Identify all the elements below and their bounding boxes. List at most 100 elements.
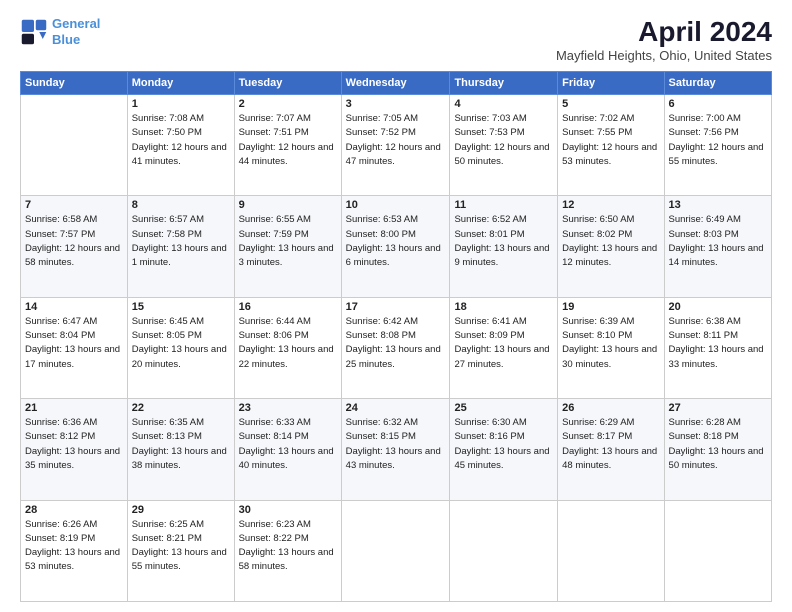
daylight-text: Daylight: 13 hours and 53 minutes.: [25, 547, 120, 572]
calendar-cell: 3 Sunrise: 7:05 AM Sunset: 7:52 PM Dayli…: [341, 95, 450, 196]
sunrise-text: Sunrise: 6:44 AM: [239, 316, 311, 327]
day-info: Sunrise: 7:07 AM Sunset: 7:51 PM Dayligh…: [239, 112, 337, 169]
sunset-text: Sunset: 8:19 PM: [25, 533, 95, 544]
day-number: 21: [25, 402, 123, 414]
day-info: Sunrise: 6:44 AM Sunset: 8:06 PM Dayligh…: [239, 315, 337, 372]
calendar-cell: [450, 500, 558, 601]
day-number: 16: [239, 301, 337, 313]
week-row: 14 Sunrise: 6:47 AM Sunset: 8:04 PM Dayl…: [21, 297, 772, 398]
week-row: 1 Sunrise: 7:08 AM Sunset: 7:50 PM Dayli…: [21, 95, 772, 196]
sunset-text: Sunset: 8:06 PM: [239, 330, 309, 341]
calendar-cell: 5 Sunrise: 7:02 AM Sunset: 7:55 PM Dayli…: [558, 95, 664, 196]
daylight-text: Daylight: 13 hours and 22 minutes.: [239, 344, 334, 369]
calendar-cell: 15 Sunrise: 6:45 AM Sunset: 8:05 PM Dayl…: [127, 297, 234, 398]
header-day: Wednesday: [341, 72, 450, 95]
sunset-text: Sunset: 7:51 PM: [239, 127, 309, 138]
daylight-text: Daylight: 13 hours and 9 minutes.: [454, 243, 549, 268]
sunrise-text: Sunrise: 7:02 AM: [562, 113, 634, 124]
sunset-text: Sunset: 7:59 PM: [239, 229, 309, 240]
day-info: Sunrise: 6:45 AM Sunset: 8:05 PM Dayligh…: [132, 315, 230, 372]
calendar-cell: 29 Sunrise: 6:25 AM Sunset: 8:21 PM Dayl…: [127, 500, 234, 601]
day-info: Sunrise: 6:39 AM Sunset: 8:10 PM Dayligh…: [562, 315, 659, 372]
sunset-text: Sunset: 8:17 PM: [562, 431, 632, 442]
day-info: Sunrise: 6:47 AM Sunset: 8:04 PM Dayligh…: [25, 315, 123, 372]
sunrise-text: Sunrise: 6:55 AM: [239, 214, 311, 225]
day-info: Sunrise: 6:33 AM Sunset: 8:14 PM Dayligh…: [239, 416, 337, 473]
sunrise-text: Sunrise: 7:07 AM: [239, 113, 311, 124]
calendar-cell: 1 Sunrise: 7:08 AM Sunset: 7:50 PM Dayli…: [127, 95, 234, 196]
day-number: 1: [132, 98, 230, 110]
day-number: 9: [239, 199, 337, 211]
logo: General Blue: [20, 16, 100, 47]
daylight-text: Daylight: 12 hours and 53 minutes.: [562, 142, 657, 167]
calendar-cell: [558, 500, 664, 601]
header-day: Saturday: [664, 72, 771, 95]
calendar-cell: 28 Sunrise: 6:26 AM Sunset: 8:19 PM Dayl…: [21, 500, 128, 601]
sunrise-text: Sunrise: 6:47 AM: [25, 316, 97, 327]
sunrise-text: Sunrise: 6:38 AM: [669, 316, 741, 327]
day-info: Sunrise: 6:50 AM Sunset: 8:02 PM Dayligh…: [562, 213, 659, 270]
sunrise-text: Sunrise: 6:32 AM: [346, 417, 418, 428]
daylight-text: Daylight: 12 hours and 50 minutes.: [454, 142, 549, 167]
day-number: 22: [132, 402, 230, 414]
header-day: Tuesday: [234, 72, 341, 95]
logo-general: General: [52, 16, 100, 31]
sunset-text: Sunset: 7:57 PM: [25, 229, 95, 240]
daylight-text: Daylight: 13 hours and 35 minutes.: [25, 446, 120, 471]
sunrise-text: Sunrise: 6:52 AM: [454, 214, 526, 225]
day-info: Sunrise: 6:42 AM Sunset: 8:08 PM Dayligh…: [346, 315, 446, 372]
daylight-text: Daylight: 13 hours and 33 minutes.: [669, 344, 764, 369]
calendar-cell: 21 Sunrise: 6:36 AM Sunset: 8:12 PM Dayl…: [21, 399, 128, 500]
day-info: Sunrise: 6:26 AM Sunset: 8:19 PM Dayligh…: [25, 518, 123, 575]
sunrise-text: Sunrise: 7:00 AM: [669, 113, 741, 124]
daylight-text: Daylight: 13 hours and 40 minutes.: [239, 446, 334, 471]
calendar-cell: 8 Sunrise: 6:57 AM Sunset: 7:58 PM Dayli…: [127, 196, 234, 297]
day-info: Sunrise: 6:52 AM Sunset: 8:01 PM Dayligh…: [454, 213, 553, 270]
sunrise-text: Sunrise: 6:23 AM: [239, 519, 311, 530]
sunrise-text: Sunrise: 6:26 AM: [25, 519, 97, 530]
day-number: 17: [346, 301, 446, 313]
calendar-table: SundayMondayTuesdayWednesdayThursdayFrid…: [20, 71, 772, 602]
day-info: Sunrise: 6:32 AM Sunset: 8:15 PM Dayligh…: [346, 416, 446, 473]
day-info: Sunrise: 7:02 AM Sunset: 7:55 PM Dayligh…: [562, 112, 659, 169]
calendar-cell: 25 Sunrise: 6:30 AM Sunset: 8:16 PM Dayl…: [450, 399, 558, 500]
sunrise-text: Sunrise: 7:03 AM: [454, 113, 526, 124]
logo-text: General Blue: [52, 16, 100, 47]
sunset-text: Sunset: 7:58 PM: [132, 229, 202, 240]
sunset-text: Sunset: 7:50 PM: [132, 127, 202, 138]
day-number: 3: [346, 98, 446, 110]
sunset-text: Sunset: 8:04 PM: [25, 330, 95, 341]
calendar-cell: 20 Sunrise: 6:38 AM Sunset: 8:11 PM Dayl…: [664, 297, 771, 398]
sunrise-text: Sunrise: 6:57 AM: [132, 214, 204, 225]
day-number: 4: [454, 98, 553, 110]
calendar-cell: [21, 95, 128, 196]
header-day: Sunday: [21, 72, 128, 95]
header-day: Monday: [127, 72, 234, 95]
calendar-cell: 11 Sunrise: 6:52 AM Sunset: 8:01 PM Dayl…: [450, 196, 558, 297]
calendar-cell: 2 Sunrise: 7:07 AM Sunset: 7:51 PM Dayli…: [234, 95, 341, 196]
calendar-cell: [341, 500, 450, 601]
subtitle: Mayfield Heights, Ohio, United States: [556, 48, 772, 63]
logo-icon: [20, 18, 48, 46]
day-number: 28: [25, 504, 123, 516]
header: General Blue April 2024 Mayfield Heights…: [20, 16, 772, 63]
main-title: April 2024: [556, 16, 772, 48]
sunset-text: Sunset: 8:10 PM: [562, 330, 632, 341]
calendar-cell: 13 Sunrise: 6:49 AM Sunset: 8:03 PM Dayl…: [664, 196, 771, 297]
sunrise-text: Sunrise: 6:33 AM: [239, 417, 311, 428]
day-number: 12: [562, 199, 659, 211]
sunrise-text: Sunrise: 7:08 AM: [132, 113, 204, 124]
logo-blue: Blue: [52, 32, 80, 47]
day-info: Sunrise: 6:41 AM Sunset: 8:09 PM Dayligh…: [454, 315, 553, 372]
header-day: Thursday: [450, 72, 558, 95]
week-row: 21 Sunrise: 6:36 AM Sunset: 8:12 PM Dayl…: [21, 399, 772, 500]
daylight-text: Daylight: 12 hours and 58 minutes.: [25, 243, 120, 268]
sunset-text: Sunset: 8:15 PM: [346, 431, 416, 442]
day-info: Sunrise: 6:25 AM Sunset: 8:21 PM Dayligh…: [132, 518, 230, 575]
week-row: 7 Sunrise: 6:58 AM Sunset: 7:57 PM Dayli…: [21, 196, 772, 297]
calendar-cell: 9 Sunrise: 6:55 AM Sunset: 7:59 PM Dayli…: [234, 196, 341, 297]
calendar-cell: [664, 500, 771, 601]
sunset-text: Sunset: 8:12 PM: [25, 431, 95, 442]
daylight-text: Daylight: 13 hours and 17 minutes.: [25, 344, 120, 369]
page: General Blue April 2024 Mayfield Heights…: [0, 0, 792, 612]
